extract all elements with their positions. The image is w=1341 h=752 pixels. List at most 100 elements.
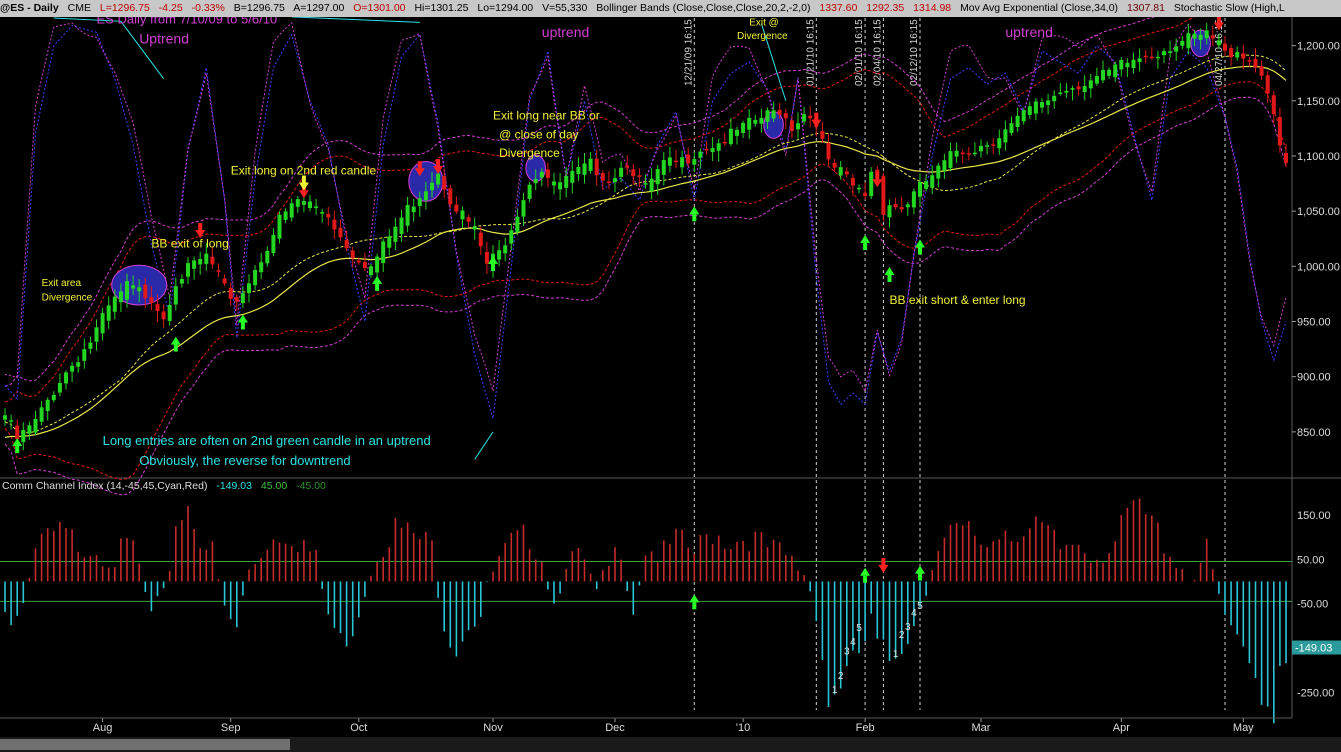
candle-body: [1235, 52, 1240, 58]
candle-body: [1009, 123, 1014, 133]
candle-body: [338, 227, 343, 238]
wave-count-label: 1: [893, 649, 899, 660]
candle-body: [869, 171, 874, 197]
candle-body: [1064, 90, 1069, 93]
candle-body: [179, 278, 184, 284]
low-price: Lo=1294.00: [477, 2, 534, 14]
month-tick-label: '10: [736, 722, 750, 734]
candle-body: [70, 365, 75, 372]
candle-body: [283, 211, 288, 220]
candle-body: [247, 283, 251, 294]
cci-tick-label: 50.00: [1297, 554, 1325, 566]
price-tick-label: 1,000.00: [1297, 261, 1340, 273]
annotation-text: Long entries are often on 2nd green cand…: [103, 433, 431, 448]
candle-body: [533, 178, 538, 184]
candle-body: [375, 256, 380, 273]
candle-body: [350, 250, 355, 259]
candle-body: [289, 203, 294, 218]
scrollbar-thumb[interactable]: [0, 739, 290, 750]
candle-body: [436, 173, 441, 185]
candle-body: [838, 167, 843, 176]
candle-body: [125, 281, 129, 300]
candle-body: [1180, 40, 1185, 46]
candle-body: [680, 157, 685, 168]
candle-body: [1040, 102, 1044, 108]
annotation-text: Divergence: [499, 146, 560, 160]
candle-body: [186, 263, 190, 277]
wave-count-label: 1: [832, 685, 838, 696]
candle-body: [783, 113, 788, 119]
candle-body: [564, 175, 569, 188]
candle-body: [253, 270, 258, 286]
candle-body: [997, 138, 1002, 149]
chart-background: [0, 0, 1341, 752]
symbol-label[interactable]: @ES - Daily: [0, 2, 59, 14]
cci-value: -149.03: [216, 480, 252, 492]
candle-body: [1033, 101, 1038, 114]
candle-body: [558, 182, 563, 190]
candle-body: [88, 342, 93, 349]
candle-body: [3, 415, 7, 420]
cci-arrow-up-shaft: [918, 573, 922, 581]
candle-body: [613, 178, 617, 183]
chart-header: @ES - Daily CME L=1296.75 -4.25 -0.33% B…: [0, 0, 1341, 17]
exit-arrow-down-shaft: [436, 158, 441, 166]
candle-body: [33, 418, 38, 433]
candle-body: [45, 399, 50, 412]
annotation-text: uptrend: [542, 24, 589, 40]
annotation-text: BB exit short & enter long: [890, 293, 1026, 307]
entry-arrow-up-shaft: [173, 344, 178, 352]
candle-body: [9, 420, 14, 422]
candle-body: [911, 191, 916, 208]
candle-body: [1186, 33, 1191, 49]
ask-price: A=1297.00: [293, 2, 345, 14]
price-tick-label: 950.00: [1297, 316, 1331, 328]
ema-label[interactable]: Mov Avg Exponential (Close,34,0): [960, 2, 1118, 14]
stochastic-label[interactable]: Stochastic Slow (High,L: [1174, 2, 1285, 14]
entry-arrow-up-shaft: [887, 275, 892, 283]
candle-body: [1052, 95, 1057, 102]
candle-body: [979, 145, 983, 152]
candle-body: [1046, 100, 1051, 106]
cci-arrow-down-shaft: [881, 557, 886, 565]
candle-body: [222, 278, 227, 284]
candle-body: [442, 176, 447, 190]
candle-body: [173, 286, 178, 305]
cci-label[interactable]: Comm Channel Index (14,-45,45,Cyan,Red): [2, 480, 207, 492]
horizontal-scrollbar[interactable]: [0, 737, 1341, 752]
last-price: L=1296.75: [99, 2, 150, 14]
candle-body: [1155, 56, 1160, 59]
month-tick-label: May: [1233, 722, 1254, 734]
candle-body: [234, 297, 239, 302]
candle-body: [887, 205, 892, 218]
candle-body: [1137, 58, 1142, 63]
entry-arrow-up-shaft: [863, 243, 868, 251]
candle-body: [735, 129, 739, 136]
month-tick-label: Mar: [972, 722, 991, 734]
bollinger-label[interactable]: Bollinger Bands (Close,Close,Close,20,2,…: [596, 2, 810, 14]
candle-body: [204, 253, 209, 264]
candle-body: [1210, 35, 1215, 39]
annotation-text: Exit @: [749, 18, 779, 29]
candle-body: [576, 166, 581, 175]
candle-body: [1058, 92, 1063, 95]
candle-body: [308, 201, 312, 209]
candle-body: [991, 144, 996, 146]
candle-body: [167, 304, 172, 321]
change-percent: -0.33%: [191, 2, 225, 14]
candle-body: [1125, 62, 1130, 68]
annotation-text: @ close of day: [499, 127, 579, 141]
candle-body: [655, 169, 660, 185]
candle-body: [1143, 55, 1148, 58]
change-value: -4.25: [158, 2, 183, 14]
candle-body: [259, 262, 264, 273]
candle-body: [381, 241, 386, 264]
candle-body: [606, 181, 611, 183]
month-tick-label: Apr: [1113, 722, 1130, 734]
candle-body: [796, 123, 800, 130]
exit-arrow-down-shaft: [417, 161, 422, 169]
candle-body: [326, 213, 331, 218]
candle-body: [619, 167, 624, 177]
bollinger-lower-value: 1314.98: [913, 2, 952, 14]
candle-body: [1021, 110, 1026, 122]
